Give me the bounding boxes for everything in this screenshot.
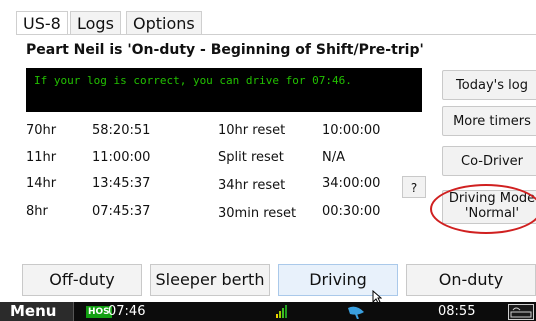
- reset-value: 10:00:00: [322, 123, 381, 138]
- reset-value: 00:30:00: [322, 204, 381, 219]
- reset-label: Split reset: [218, 150, 284, 165]
- co-driver-button[interactable]: Co-Driver: [442, 146, 536, 176]
- timer-label: 70hr: [26, 123, 57, 138]
- todays-log-button[interactable]: Today's log: [442, 70, 536, 100]
- driver-status-line: Peart Neil is 'On-duty - Beginning of Sh…: [26, 42, 424, 58]
- sleeper-berth-button[interactable]: Sleeper berth: [150, 264, 270, 296]
- menu-button[interactable]: Menu: [0, 302, 74, 321]
- timer-label: 11hr: [26, 150, 57, 165]
- log-message-text: If your log is correct, you can drive fo…: [34, 74, 352, 87]
- keyboard-icon[interactable]: [508, 304, 534, 320]
- timer-value: 11:00:00: [92, 150, 151, 165]
- satellite-dish-icon[interactable]: [346, 304, 366, 319]
- timer-value: 58:20:51: [92, 123, 151, 138]
- annotation-highlight-oval: [430, 184, 536, 234]
- timer-label: 14hr: [26, 176, 57, 191]
- reset-label: 34hr reset: [218, 178, 286, 193]
- reset-label: 10hr reset: [218, 123, 286, 138]
- off-duty-button[interactable]: Off-duty: [22, 264, 142, 296]
- log-message-bar: If your log is correct, you can drive fo…: [26, 68, 422, 112]
- help-button[interactable]: ?: [402, 176, 426, 198]
- hos-remaining-time: 07:46: [108, 304, 146, 319]
- reset-value: N/A: [322, 150, 345, 165]
- more-timers-button[interactable]: More timers: [442, 106, 536, 136]
- reset-label: 30min reset: [218, 206, 297, 221]
- timer-value: 13:45:37: [92, 176, 151, 191]
- reset-value: 34:00:00: [322, 176, 381, 191]
- clock: 08:55: [438, 304, 476, 319]
- tab-options[interactable]: Options: [126, 11, 202, 35]
- on-duty-button[interactable]: On-duty: [406, 264, 536, 296]
- timer-label: 8hr: [26, 204, 48, 219]
- taskbar: Menu HOS 07:46 08:55: [0, 302, 536, 321]
- tab-us8[interactable]: US-8: [16, 11, 68, 35]
- timer-value: 07:45:37: [92, 204, 151, 219]
- tab-divider: [16, 34, 536, 35]
- tab-logs[interactable]: Logs: [70, 11, 121, 35]
- signal-icon[interactable]: [276, 305, 290, 318]
